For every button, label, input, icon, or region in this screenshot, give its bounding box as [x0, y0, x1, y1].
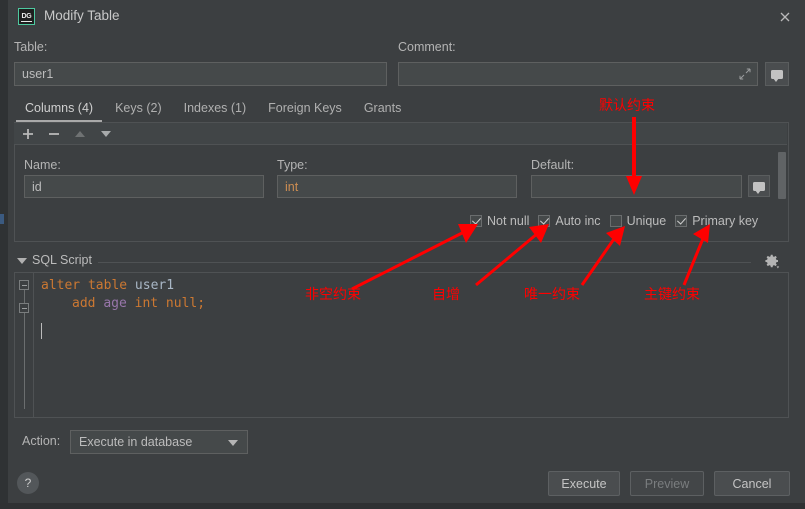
cancel-button[interactable]: Cancel — [714, 471, 790, 496]
comment-input[interactable] — [398, 62, 758, 86]
comment-bubble-icon — [753, 181, 765, 194]
name-label: Name: — [24, 158, 61, 172]
sql-line-2: add age int null; — [41, 295, 205, 313]
window-left-edge — [0, 0, 8, 509]
expand-icon[interactable] — [739, 68, 751, 80]
code-fold-marker[interactable] — [19, 303, 29, 313]
window-title: Modify Table — [44, 8, 120, 23]
checkbox-auto-inc-box[interactable] — [538, 215, 551, 227]
column-name-value: id — [32, 179, 42, 194]
sql-identifier-table: user1 — [134, 278, 175, 293]
comment-editor-button[interactable] — [765, 62, 789, 86]
object-tabs: Columns (4) Keys (2) Indexes (1) Foreign… — [14, 99, 412, 122]
arrow-down-icon[interactable] — [98, 127, 114, 141]
tab-grants[interactable]: Grants — [353, 99, 413, 122]
checkbox-not-null-box[interactable] — [470, 215, 482, 227]
checkbox-auto-inc[interactable]: Auto inc — [538, 214, 601, 228]
column-name-input[interactable]: id — [24, 175, 264, 198]
column-type-input[interactable]: int — [277, 175, 517, 198]
editor-gutter — [15, 273, 34, 417]
table-label: Table: — [14, 40, 48, 54]
triangle-down-icon[interactable] — [17, 258, 27, 264]
close-icon[interactable] — [775, 7, 795, 27]
logo-text: DG — [21, 13, 32, 20]
sql-column-age: age — [103, 296, 127, 311]
editor-caret — [41, 323, 42, 339]
comment-bubble-icon — [771, 69, 783, 82]
checkbox-auto-inc-label: Auto inc — [555, 214, 601, 228]
checkbox-unique-label: Unique — [626, 214, 667, 228]
column-flags-row: Not null Auto inc Unique Primary key — [470, 212, 767, 230]
columns-toolbar — [14, 123, 787, 145]
sql-type-int-null: int null; — [126, 296, 206, 311]
checkbox-primary-key-box[interactable] — [675, 215, 688, 227]
default-editor-button[interactable] — [748, 175, 770, 197]
annotation-default-label: 默认约束 — [599, 98, 655, 114]
checkbox-unique-box[interactable] — [609, 215, 622, 227]
tab-keys[interactable]: Keys (2) — [104, 99, 173, 122]
datagrip-logo-icon: DG — [18, 8, 35, 25]
modify-table-dialog: DG Modify Table Table: user1 Comment: Co… — [0, 0, 805, 509]
window-bottom-edge — [0, 503, 805, 509]
preview-button: Preview — [630, 471, 704, 496]
action-select-value: Execute in database — [79, 435, 193, 449]
sql-keyword-add: add — [72, 296, 104, 311]
code-fold-line — [23, 313, 25, 409]
columns-scrollbar-thumb[interactable] — [778, 152, 786, 199]
sql-script-header: SQL Script — [14, 253, 789, 271]
code-fold-marker[interactable] — [19, 280, 29, 290]
arrow-up-icon[interactable] — [72, 127, 88, 141]
sql-script-editor[interactable]: alter table user1 add age int null; — [14, 272, 789, 418]
table-name-value: user1 — [22, 67, 54, 81]
execute-button[interactable]: Execute — [548, 471, 620, 496]
type-label: Type: — [277, 158, 308, 172]
code-fold-line — [23, 290, 25, 303]
sql-line-1: alter table user1 — [41, 277, 174, 295]
checkbox-primary-key[interactable]: Primary key — [675, 214, 758, 228]
checkbox-primary-key-label: Primary key — [692, 214, 759, 228]
tab-columns[interactable]: Columns (4) — [14, 99, 104, 122]
tab-foreign-keys[interactable]: Foreign Keys — [257, 99, 353, 122]
sql-script-title: SQL Script — [32, 253, 92, 267]
checkbox-not-null-label: Not null — [487, 214, 530, 228]
minus-icon[interactable] — [46, 127, 62, 141]
table-name-input[interactable]: user1 — [14, 62, 387, 86]
comment-label: Comment: — [398, 40, 456, 54]
background-window-sliver — [0, 214, 4, 224]
help-glyph: ? — [24, 476, 32, 490]
tab-indexes[interactable]: Indexes (1) — [173, 99, 258, 122]
plus-icon[interactable] — [20, 127, 36, 141]
sql-header-divider — [98, 262, 751, 263]
gear-icon[interactable] — [763, 252, 781, 270]
checkbox-not-null[interactable]: Not null — [470, 214, 529, 228]
action-select[interactable]: Execute in database — [70, 430, 248, 454]
chevron-down-icon — [228, 440, 238, 446]
action-label: Action: — [22, 434, 61, 448]
column-type-value: int — [285, 179, 299, 194]
default-label: Default: — [531, 158, 575, 172]
title-bar: DG Modify Table — [8, 0, 805, 32]
column-default-input[interactable] — [531, 175, 742, 198]
checkbox-unique[interactable]: Unique — [609, 214, 667, 228]
question-mark-icon[interactable]: ? — [17, 472, 39, 494]
sql-keyword-alter-table: alter table — [41, 278, 135, 293]
